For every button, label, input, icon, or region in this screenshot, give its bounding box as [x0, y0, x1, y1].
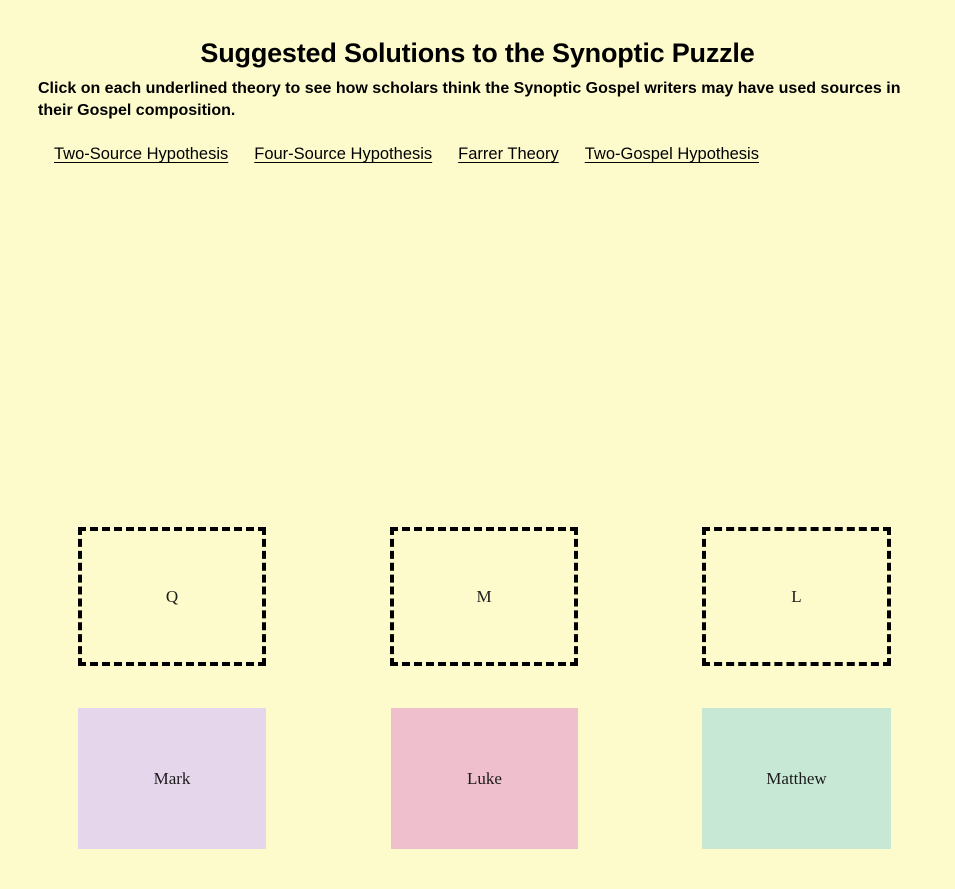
gospel-box-mark[interactable]: Mark: [78, 708, 266, 849]
source-box-q[interactable]: Q: [78, 527, 266, 666]
gospel-box-luke[interactable]: Luke: [391, 708, 578, 849]
page-title: Suggested Solutions to the Synoptic Puzz…: [200, 38, 755, 69]
gospel-box-luke-label: Luke: [467, 769, 502, 788]
gospel-box-matthew[interactable]: Matthew: [702, 708, 891, 849]
source-box-l-label: L: [791, 587, 802, 606]
theory-link-farrer[interactable]: Farrer Theory: [458, 143, 559, 165]
gospel-box-matthew-label: Matthew: [766, 769, 827, 788]
theory-link-four-source[interactable]: Four-Source Hypothesis: [254, 143, 432, 165]
source-box-m-label: M: [476, 587, 492, 606]
instructions-text: Click on each underlined theory to see h…: [38, 80, 901, 119]
theory-links-bar: Two-Source Hypothesis Four-Source Hypothe…: [54, 143, 934, 167]
synoptic-diagram: Q M L Mark Luke Matthew: [0, 0, 955, 889]
source-box-q-label: Q: [165, 587, 179, 606]
gospel-box-mark-label: Mark: [153, 769, 191, 788]
theory-link-two-gospel[interactable]: Two-Gospel Hypothesis: [585, 143, 759, 165]
source-box-m[interactable]: M: [390, 527, 578, 666]
theory-link-two-source[interactable]: Two-Source Hypothesis: [54, 143, 228, 165]
source-box-l[interactable]: L: [702, 527, 891, 666]
